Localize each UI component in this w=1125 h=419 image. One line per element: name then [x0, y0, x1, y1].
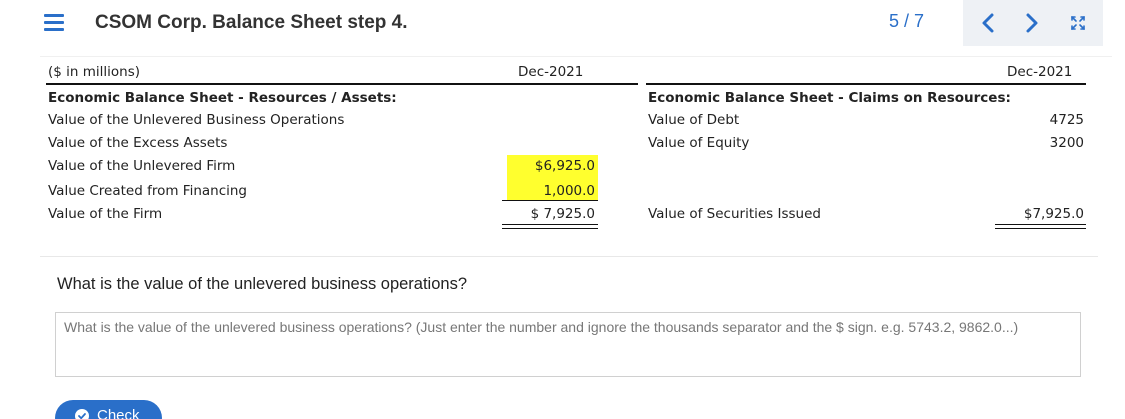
expand-arrows-icon — [1071, 16, 1085, 30]
right-date-header: Dec-2021 — [1007, 64, 1073, 80]
claims-heading: Economic Balance Sheet - Claims on Resou… — [648, 90, 1011, 106]
header-rule-left — [46, 83, 638, 85]
left-date-header: Dec-2021 — [518, 64, 584, 80]
asset-row-value: $ 7,925.0 — [530, 206, 595, 222]
page-title: CSOM Corp. Balance Sheet step 4. — [95, 12, 408, 33]
total-rule — [995, 228, 1086, 229]
subtotal-rule — [502, 200, 598, 201]
check-button-label: Check — [97, 407, 140, 419]
asset-row-value: 1,000.0 — [543, 183, 595, 199]
header-rule-right — [646, 83, 1086, 85]
hamburger-menu-icon[interactable] — [44, 14, 64, 32]
claim-row-label: Value of Debt — [648, 112, 740, 128]
securities-value: $7,925.0 — [1023, 206, 1084, 222]
total-rule — [502, 228, 598, 229]
total-rule — [995, 224, 1086, 225]
chevron-right-icon — [1026, 13, 1038, 33]
answer-input[interactable] — [55, 312, 1081, 377]
section-divider — [40, 256, 1098, 257]
previous-button[interactable] — [973, 8, 1003, 38]
expand-button[interactable] — [1063, 8, 1093, 38]
question-text: What is the value of the unlevered busin… — [57, 275, 468, 293]
asset-row-label: Value of the Unlevered Firm — [48, 158, 236, 174]
claim-row-value: 4725 — [1049, 112, 1084, 128]
claim-row-value: 3200 — [1049, 135, 1084, 151]
asset-row-label: Value of the Firm — [48, 206, 163, 222]
header-bar: CSOM Corp. Balance Sheet step 4. 5 / 7 — [0, 0, 1125, 50]
balance-sheet-image: ($ in millions) Dec-2021 Economic Balanc… — [40, 56, 1112, 253]
next-button[interactable] — [1017, 8, 1047, 38]
asset-row-value: $6,925.0 — [534, 158, 595, 174]
page-indicator: 5 / 7 — [889, 11, 925, 31]
asset-row-label: Value Created from Financing — [48, 183, 248, 199]
assets-heading: Economic Balance Sheet - Resources / Ass… — [48, 90, 397, 106]
claim-row-label: Value of Equity — [648, 135, 750, 151]
asset-row-label: Value of the Excess Assets — [48, 135, 228, 151]
check-button[interactable]: Check — [55, 400, 162, 419]
securities-label: Value of Securities Issued — [648, 206, 821, 222]
checkmark-circle-icon — [75, 409, 89, 419]
units-label: ($ in millions) — [48, 64, 141, 80]
asset-row-label: Value of the Unlevered Business Operatio… — [48, 112, 345, 128]
chevron-left-icon — [982, 13, 994, 33]
total-rule — [502, 224, 598, 225]
